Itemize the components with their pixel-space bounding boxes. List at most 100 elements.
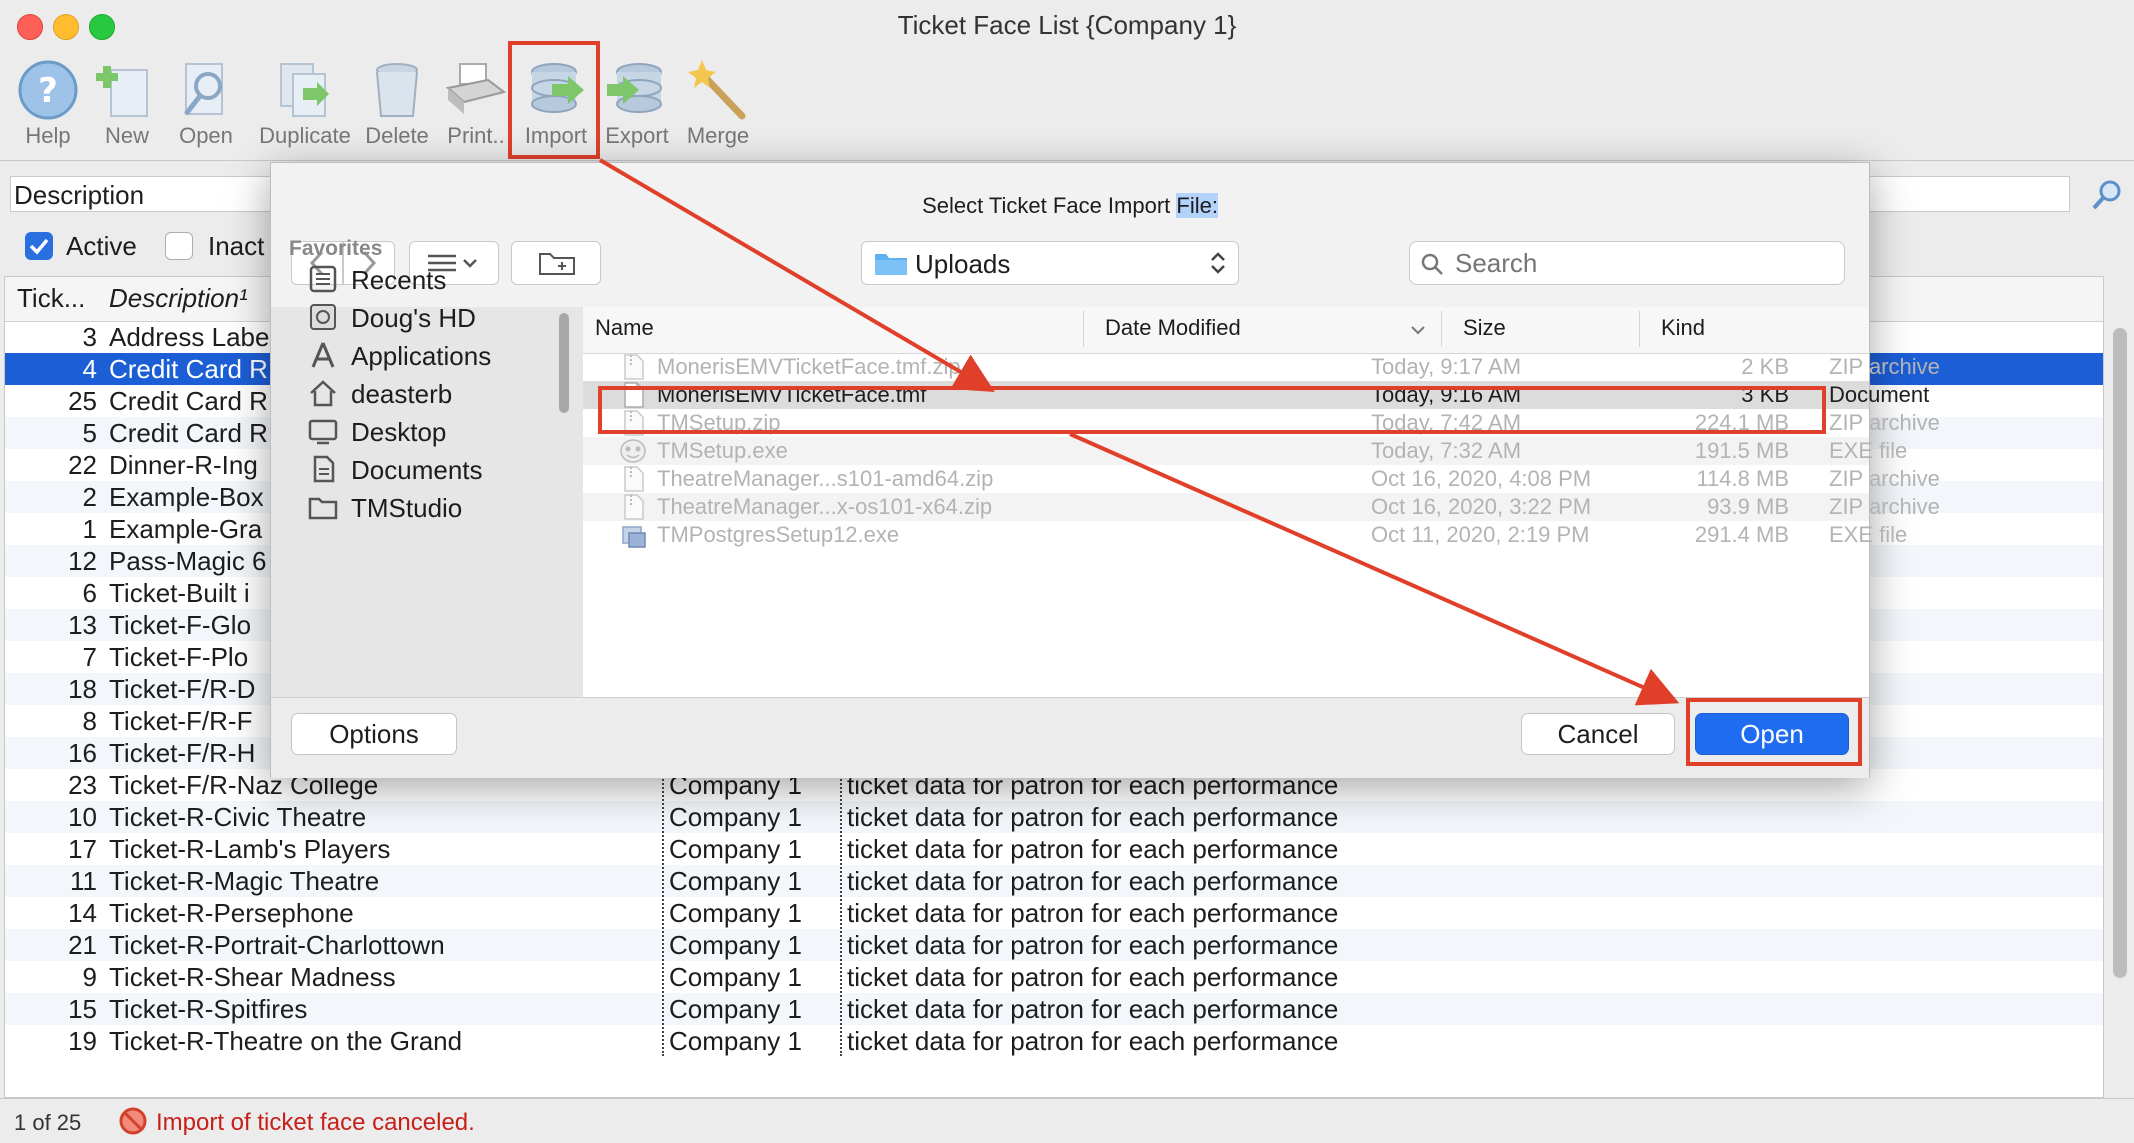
ticket-description: Credit Card R: [109, 386, 268, 416]
ticket-description: Ticket-F/R-D: [109, 674, 256, 704]
file-kind: ZIP archive: [1829, 466, 1940, 491]
ticket-description: Ticket-R-Lamb's Players: [109, 834, 391, 864]
ticket-description: Ticket-F/R-F: [109, 706, 253, 736]
file-row[interactable]: TMSetup.exe Today, 7:32 AM 191.5 MB EXE fil…: [583, 437, 1907, 465]
merge-button[interactable]: Merge: [678, 54, 758, 160]
sidebar-item-label: Doug's HD: [351, 303, 476, 333]
sidebar-item-label: TMStudio: [351, 493, 463, 523]
help-icon: ?: [18, 60, 78, 120]
new-icon: [96, 66, 148, 117]
ticket-description: Ticket-F-Plo: [109, 642, 249, 672]
file-kind: EXE file: [1829, 438, 1908, 463]
inactive-label: Inact: [208, 231, 265, 261]
file-name: TMSetup.exe: [657, 438, 788, 463]
hard-drive-icon: [310, 304, 336, 330]
file-callout-box: [598, 386, 1826, 434]
file-size: 191.5 MB: [1694, 438, 1789, 463]
ticket-description: Example-Gra: [109, 514, 263, 544]
file-row[interactable]: TheatreManager...s101-amd64.zip Oct 16, 2…: [583, 465, 1940, 493]
status-message: Import of ticket face canceled.: [156, 1109, 475, 1136]
export-icon: [607, 63, 662, 113]
column-header-ticket[interactable]: Tick...: [17, 283, 85, 314]
ticket-number: 17: [68, 834, 97, 864]
file-name: MonerisEMVTicketFace.tmf.zip: [657, 354, 961, 379]
file-name: TheatreManager...s101-amd64.zip: [657, 466, 994, 491]
options-button[interactable]: Options: [291, 713, 457, 755]
duplicate-button[interactable]: Duplicate: [259, 54, 351, 160]
table-row[interactable]: 17 Ticket-R-Lamb's Players Company 1 ticket…: [5, 833, 2103, 865]
ticket-number: 7: [82, 642, 97, 672]
ticket-number: 10: [68, 802, 97, 832]
cancel-button[interactable]: Cancel: [1521, 713, 1675, 755]
dialog-title-highlight: File:: [1176, 193, 1218, 218]
ticket-number: 2: [82, 482, 97, 512]
ticket-number: 4: [82, 354, 97, 384]
table-row[interactable]: 11 Ticket-R-Magic Theatre Company 1 ticket …: [5, 865, 2103, 897]
ticket-description: Ticket-F/R-H: [109, 738, 256, 768]
ticket-number: 15: [68, 994, 97, 1024]
ticket-number: 25: [68, 386, 97, 416]
column-header-kind[interactable]: Kind: [1661, 315, 1705, 341]
ticket-number: 6: [82, 578, 97, 608]
printer-icon: [445, 63, 507, 114]
file-kind: ZIP archive: [1829, 410, 1940, 435]
sidebar-item-label: deasterb: [351, 379, 453, 409]
file-row[interactable]: MonerisEMVTicketFace.tmf.zip Today, 9:17 …: [583, 353, 1940, 381]
table-row[interactable]: 19 Ticket-R-Theatre on the Grand Company 1…: [5, 1025, 2103, 1057]
zip-file-icon: [624, 466, 644, 492]
column-header-description[interactable]: Description¹: [109, 283, 248, 314]
import-file-dialog: Select Ticket Face Import File: Uploads …: [270, 162, 1940, 778]
file-name: TMPostgresSetup12.exe: [657, 522, 900, 547]
column-header-date-modified[interactable]: Date Modified: [1105, 315, 1241, 341]
dialog-search-input[interactable]: [1455, 248, 1825, 278]
ticket-number: 21: [68, 930, 97, 960]
file-date-modified: Oct 16, 2020, 4:08 PM: [1371, 466, 1592, 491]
ticket-company: Company 1: [669, 802, 802, 832]
ticket-description: Ticket-R-Civic Theatre: [109, 802, 367, 832]
ticket-description: Ticket-R-Portrait-Charlottown: [109, 930, 445, 960]
table-scrollbar-thumb[interactable]: [2113, 328, 2127, 978]
file-size: 114.8 MB: [1696, 466, 1789, 491]
applications-icon: [311, 342, 335, 368]
up-down-chevron-icon: [1211, 252, 1225, 274]
dialog-title-text: Select Ticket Face Import: [922, 193, 1177, 218]
inactive-checkbox[interactable]: [165, 232, 193, 260]
ticket-description: Address Labe: [109, 322, 270, 352]
search-icon[interactable]: [2090, 178, 2124, 212]
table-row[interactable]: 9 Ticket-R-Shear Madness Company 1 ticket d…: [5, 961, 2103, 993]
ticket-description: Pass-Magic 6: [109, 546, 267, 576]
sidebar-item-tmstudio[interactable]: TMStudio: [271, 485, 571, 529]
table-row[interactable]: 14 Ticket-R-Persephone Company 1 ticket dat…: [5, 897, 2103, 929]
table-row[interactable]: 21 Ticket-R-Portrait-Charlottown Company 1…: [5, 929, 2103, 961]
ticket-number: 8: [82, 706, 97, 736]
column-header-size[interactable]: Size: [1463, 315, 1506, 341]
cancel-icon: [119, 1107, 147, 1135]
file-row[interactable]: TMPostgresSetup12.exe Oct 11, 2020, 2:19 …: [583, 521, 1907, 549]
ticket-description: Ticket-R-Persephone: [109, 898, 354, 928]
toolbar: ? Help New Open Duplicate Delete Print..…: [0, 54, 2134, 161]
open-button[interactable]: Open: [166, 54, 246, 160]
file-date-modified: Oct 11, 2020, 2:19 PM: [1371, 522, 1590, 547]
ticket-company: Company 1: [669, 834, 802, 864]
ticket-notes: ticket data for patron for each performa…: [847, 898, 1339, 928]
record-count: 1 of 25: [14, 1110, 82, 1135]
active-checkbox[interactable]: [25, 232, 53, 260]
file-row[interactable]: TheatreManager...x-os101-x64.zip Oct 16, …: [583, 493, 1940, 521]
ticket-description: Example-Box: [109, 482, 264, 512]
ticket-number: 12: [68, 546, 97, 576]
sidebar-item-label: Applications: [351, 341, 492, 371]
table-row[interactable]: 10 Ticket-R-Civic Theatre Company 1 ticket …: [5, 801, 2103, 833]
ticket-company: Company 1: [669, 866, 802, 896]
table-row[interactable]: 15 Ticket-R-Spitfires Company 1 ticket data…: [5, 993, 2103, 1025]
folder-icon: [308, 497, 338, 520]
sidebar-item-label: Desktop: [351, 417, 447, 447]
search-field-label: Description: [14, 180, 145, 210]
column-header-name[interactable]: Name: [595, 315, 654, 341]
zip-file-icon: [624, 354, 644, 380]
ticket-description: Ticket-R-Shear Madness: [109, 962, 396, 992]
file-kind: ZIP archive: [1829, 354, 1940, 379]
title-bar: Ticket Face List {Company 1}: [0, 0, 2134, 54]
ticket-description: Ticket-R-Magic Theatre: [109, 866, 380, 896]
ticket-description: Credit Card R: [109, 354, 268, 384]
file-kind: Document: [1829, 382, 1930, 407]
